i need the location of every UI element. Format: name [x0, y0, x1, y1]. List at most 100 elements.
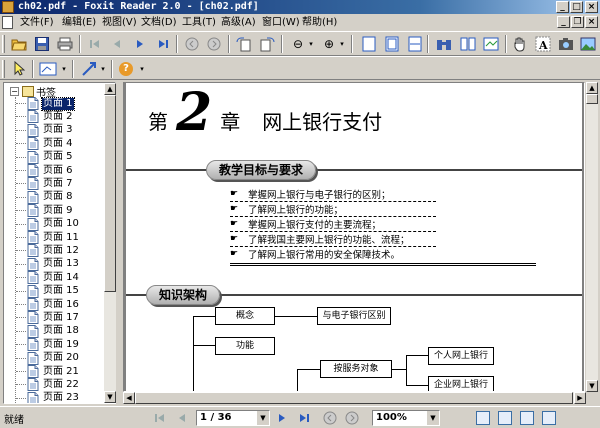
document-horizontal-scrollbar[interactable]: ◀ ▶	[123, 392, 586, 404]
bookmark-item[interactable]: 页面 16	[16, 298, 80, 311]
comment-tool-dropdown[interactable]: ▾	[60, 60, 68, 78]
bookmark-item[interactable]: 页面 8	[16, 190, 74, 204]
go-forward-icon[interactable]	[205, 35, 223, 53]
menu-view[interactable]: 视图(V)	[102, 14, 137, 31]
maximize-button[interactable]: □	[570, 1, 583, 13]
scroll-up-button[interactable]: ▲	[104, 83, 116, 95]
actual-size-icon[interactable]	[360, 35, 378, 53]
prev-page-icon[interactable]	[174, 410, 190, 426]
bookmark-item[interactable]: 页面 21	[16, 365, 80, 378]
facing-view-icon[interactable]	[520, 411, 534, 425]
line-tool-dropdown[interactable]: ▾	[99, 60, 107, 78]
page-dropdown-button[interactable]: ▼	[257, 411, 269, 425]
last-page-icon[interactable]	[296, 410, 312, 426]
bookmark-item[interactable]: 页面 19	[16, 338, 80, 352]
continuous-view-icon[interactable]	[482, 35, 500, 53]
go-back-icon[interactable]	[183, 35, 201, 53]
scroll-right-button[interactable]: ▶	[574, 392, 586, 404]
bookmark-item[interactable]: 页面 10	[16, 217, 80, 231]
help-dropdown[interactable]: ▾	[138, 60, 146, 78]
doc-close-button[interactable]: ×	[585, 16, 598, 28]
document-vertical-scrollbar[interactable]: ▲ ▼	[586, 82, 598, 392]
scroll-thumb[interactable]	[104, 95, 116, 292]
app-icon[interactable]	[2, 1, 14, 13]
bookmark-item[interactable]: 页面 7	[16, 177, 74, 191]
fit-width-icon[interactable]	[406, 35, 424, 53]
continuous-view-icon[interactable]	[498, 411, 512, 425]
image-icon[interactable]	[579, 35, 597, 53]
bookmark-item[interactable]: 页面 2	[16, 110, 74, 124]
bookmark-item[interactable]: 页面 9	[16, 204, 74, 218]
rotate-right-icon[interactable]	[258, 35, 276, 53]
single-page-view-icon[interactable]	[476, 411, 490, 425]
last-page-icon[interactable]	[154, 35, 172, 53]
scroll-thumb[interactable]	[586, 94, 598, 104]
zoom-out-dropdown[interactable]: ▾	[307, 35, 315, 53]
snapshot-icon[interactable]	[557, 35, 575, 53]
page-number-field[interactable]: 1 / 36 ▼	[196, 410, 270, 426]
minimize-button[interactable]: _	[556, 1, 569, 13]
bookmark-item[interactable]: 页面 11	[16, 231, 80, 244]
document-icon[interactable]	[2, 16, 13, 29]
open-folder-icon[interactable]	[10, 35, 28, 53]
go-forward-icon[interactable]	[344, 410, 360, 426]
next-page-icon[interactable]	[274, 410, 290, 426]
bookmark-item[interactable]: 页面 23	[16, 391, 80, 403]
help-icon[interactable]: ?	[119, 62, 133, 76]
menu-advanced[interactable]: 高级(A)	[221, 14, 256, 31]
scroll-down-button[interactable]: ▼	[586, 380, 598, 392]
first-page-icon[interactable]	[86, 35, 104, 53]
save-icon[interactable]	[33, 35, 51, 53]
rotate-left-icon[interactable]	[235, 35, 253, 53]
zoom-in-icon[interactable]: ⊕	[320, 35, 338, 53]
bookmark-item[interactable]: 页面 18	[16, 324, 80, 338]
zoom-field[interactable]: 100% ▼	[372, 410, 440, 426]
bookmark-item[interactable]: 页面 17	[16, 311, 80, 325]
hand-tool-icon[interactable]	[511, 35, 529, 53]
bookmark-item[interactable]: 页面 5	[16, 150, 74, 164]
doc-restore-button[interactable]: ❐	[571, 16, 584, 28]
menu-help[interactable]: 帮助(H)	[302, 14, 337, 31]
bookmark-item[interactable]: 页面 1	[16, 96, 75, 111]
bookmark-root[interactable]: − 书签	[10, 85, 56, 99]
menu-document[interactable]: 文档(D)	[141, 14, 177, 31]
menu-file[interactable]: 文件(F)	[20, 14, 54, 31]
bookmark-item[interactable]: 页面 12	[16, 244, 80, 258]
bookmark-item[interactable]: 页面 20	[16, 351, 80, 365]
two-page-icon[interactable]	[459, 35, 477, 53]
next-page-icon[interactable]	[131, 35, 149, 53]
scroll-up-button[interactable]: ▲	[586, 82, 598, 94]
print-icon[interactable]	[56, 35, 74, 53]
menu-tools[interactable]: 工具(T)	[182, 14, 216, 31]
prev-page-icon[interactable]	[108, 35, 126, 53]
bookmark-scrollbar[interactable]: ▲ ▼	[104, 83, 116, 403]
scroll-down-button[interactable]: ▼	[104, 391, 116, 403]
continuous-facing-view-icon[interactable]	[542, 411, 556, 425]
fit-page-icon[interactable]	[383, 35, 401, 53]
zoom-out-icon[interactable]: ⊖	[289, 35, 307, 53]
document-viewer[interactable]: 第 2 章 网上银行支付 教学目标与要求 ☛ 掌握网上银行与电子银行的区别； ☛ 了…	[123, 82, 585, 392]
find-binoculars-icon[interactable]	[435, 35, 453, 53]
bookmark-item[interactable]: 页面 6	[16, 164, 74, 177]
bookmark-item[interactable]: 页面 13	[16, 257, 80, 271]
scroll-thumb[interactable]	[135, 392, 573, 404]
menu-edit[interactable]: 编辑(E)	[62, 14, 96, 31]
bookmark-item[interactable]: 页面 22	[16, 378, 80, 392]
text-select-icon[interactable]: A	[534, 35, 552, 53]
menu-window[interactable]: 窗口(W)	[262, 14, 300, 31]
first-page-icon[interactable]	[152, 410, 168, 426]
doc-minimize-button[interactable]: _	[557, 16, 570, 28]
collapse-toggle[interactable]: −	[10, 86, 19, 96]
close-button[interactable]: ×	[585, 1, 598, 13]
scroll-left-button[interactable]: ◀	[123, 392, 135, 404]
line-tool-icon[interactable]	[80, 60, 98, 78]
bookmark-item[interactable]: 页面 14	[16, 271, 80, 285]
select-arrow-icon[interactable]	[10, 60, 28, 78]
comment-tool-icon[interactable]	[38, 60, 58, 78]
bookmark-item[interactable]: 页面 15	[16, 284, 80, 298]
bookmark-item[interactable]: 页面 4	[16, 137, 74, 151]
bookmark-item[interactable]: 页面 3	[16, 123, 74, 137]
zoom-in-dropdown[interactable]: ▾	[338, 35, 346, 53]
zoom-dropdown-button[interactable]: ▼	[427, 411, 439, 425]
go-back-icon[interactable]	[322, 410, 338, 426]
